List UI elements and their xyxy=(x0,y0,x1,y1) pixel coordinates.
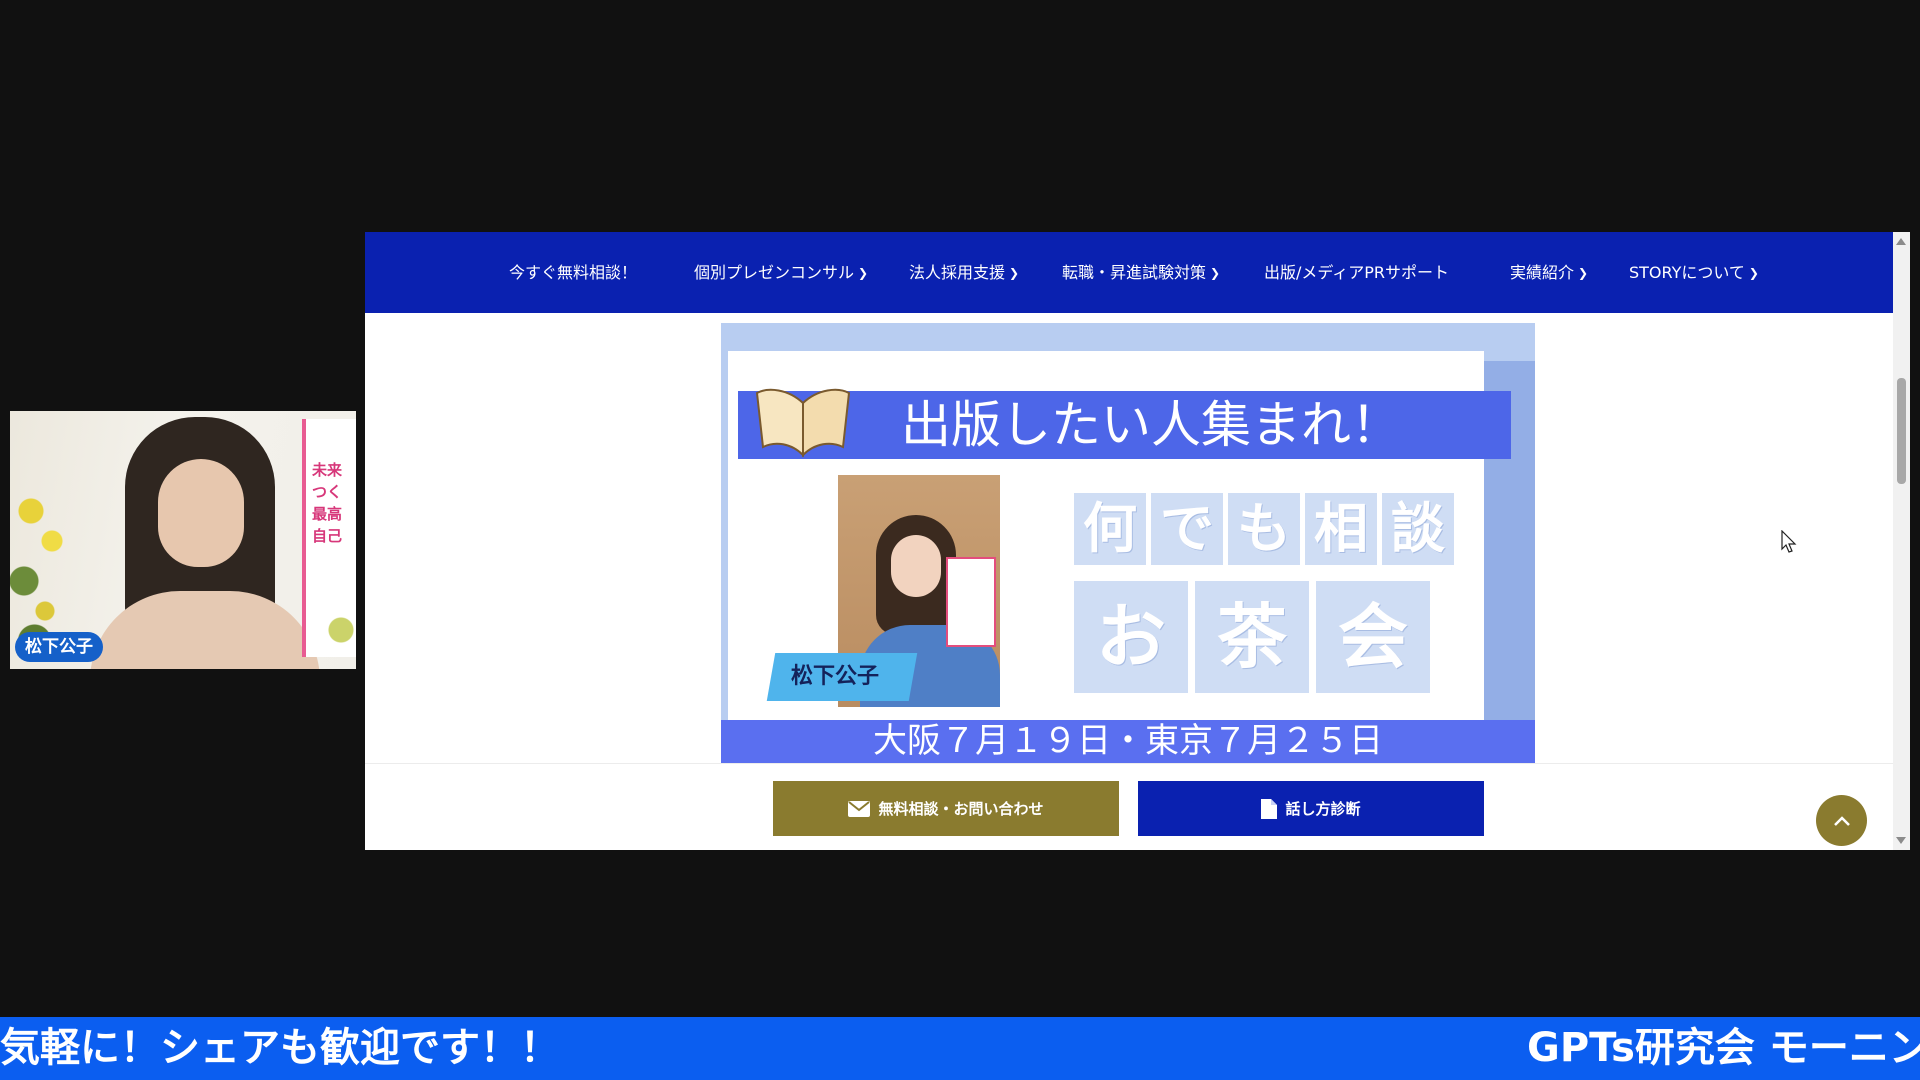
speech-diagnosis-button[interactable]: 話し方診断 xyxy=(1138,781,1484,836)
shared-website: 今すぐ無料相談！ 個別プレゼンコンサル ❯ 法人採用支援 ❯ 転職・昇進試験対策 ❯ … xyxy=(365,232,1910,850)
nav-item-label: 実績紹介 xyxy=(1510,263,1575,282)
contact-button[interactable]: 無料相談・お問い合わせ xyxy=(773,781,1119,836)
book-cover-text: 未来 xyxy=(312,461,343,479)
nav-item-presentation-consulting[interactable]: 個別プレゼンコンサル ❯ xyxy=(694,232,868,313)
nav-item-corporate-recruiting[interactable]: 法人採用支援 ❯ xyxy=(909,232,1019,313)
contact-button-label: 無料相談・お問い合わせ xyxy=(878,800,1044,818)
site-nav-bar: 今すぐ無料相談！ 個別プレゼンコンサル ❯ 法人採用支援 ❯ 転職・昇進試験対策 ❯ … xyxy=(365,232,1893,313)
banner-headline-ribbon: 出版したい人集まれ！ xyxy=(738,391,1511,459)
banner-tile: で xyxy=(1151,493,1223,565)
participant-face xyxy=(158,459,244,567)
nav-item-publishing-pr[interactable]: 出版/メディアPRサポート xyxy=(1264,232,1449,313)
book-cover-text: 自己 xyxy=(312,527,343,545)
nav-item-achievements[interactable]: 実績紹介 ❯ xyxy=(1510,232,1588,313)
speech-diagnosis-button-label: 話し方診断 xyxy=(1285,800,1361,818)
scroll-thumb[interactable] xyxy=(1897,378,1906,484)
mouse-cursor-icon xyxy=(1781,530,1797,553)
plant-decoration xyxy=(326,591,356,669)
event-banner[interactable]: 出版したい人集まれ！ 松下公子 何 で も 相 談 お 茶 会 大阪７月１９日・… xyxy=(721,323,1535,763)
ticker-text: GPTs研究会 モーニング xyxy=(1527,1025,1920,1071)
event-dates: 大阪７月１９日・東京７月２５日 xyxy=(721,720,1535,763)
nav-item-label: 法人採用支援 xyxy=(909,263,1006,282)
nav-item-story[interactable]: STORYについて ❯ xyxy=(1629,232,1759,313)
chevron-down-icon: ❯ xyxy=(858,266,869,280)
scrolling-ticker: 気軽に！シェアも歓迎です！！ GPTs研究会 モーニング xyxy=(0,1017,1920,1080)
chevron-up-icon xyxy=(1833,815,1850,826)
banner-tile: 何 xyxy=(1074,493,1146,565)
scroll-up-arrow-icon[interactable] xyxy=(1896,238,1906,245)
book-cover-text: つく xyxy=(312,483,343,501)
chevron-down-icon: ❯ xyxy=(1578,266,1589,280)
ticker-text: 気軽に！シェアも歓迎です！！ xyxy=(0,1025,560,1071)
nav-item-label: 転職・昇進試験対策 xyxy=(1062,263,1207,282)
banner-tile: 相 xyxy=(1305,493,1377,565)
chevron-down-icon: ❯ xyxy=(1009,266,1020,280)
banner-headline: 出版したい人集まれ！ xyxy=(901,396,1401,454)
cta-strip: 無料相談・お問い合わせ 話し方診断 xyxy=(365,763,1893,850)
nav-item-label: STORYについて xyxy=(1629,263,1745,282)
chevron-down-icon: ❯ xyxy=(1210,266,1221,280)
speaker-name: 松下公子 xyxy=(791,664,880,689)
held-book xyxy=(946,557,996,647)
vertical-scrollbar[interactable] xyxy=(1893,232,1910,850)
participant-name-label: 松下公子 xyxy=(15,632,103,662)
chevron-down-icon: ❯ xyxy=(1748,266,1759,280)
nav-item-label: 出版/メディアPRサポート xyxy=(1264,263,1450,282)
banner-tile: も xyxy=(1228,493,1300,565)
open-book-icon xyxy=(755,388,851,458)
scroll-down-arrow-icon[interactable] xyxy=(1896,837,1906,844)
banner-tile: お xyxy=(1074,581,1188,693)
banner-tile: 談 xyxy=(1382,493,1454,565)
document-icon xyxy=(1261,798,1278,819)
webcam-tile: 未来 つく 最高 自己 松下公子 xyxy=(10,411,356,669)
envelope-icon xyxy=(848,800,871,817)
banner-tile: 茶 xyxy=(1195,581,1309,693)
book-cover-text: 最高 xyxy=(312,505,343,523)
nav-item-free-consultation[interactable]: 今すぐ無料相談！ xyxy=(509,232,637,313)
banner-tile: 会 xyxy=(1316,581,1430,693)
nav-item-label: 今すぐ無料相談！ xyxy=(509,263,638,282)
nav-item-label: 個別プレゼンコンサル xyxy=(694,263,855,282)
back-to-top-button[interactable] xyxy=(1816,795,1867,846)
nav-item-career-exam-prep[interactable]: 転職・昇進試験対策 ❯ xyxy=(1062,232,1220,313)
